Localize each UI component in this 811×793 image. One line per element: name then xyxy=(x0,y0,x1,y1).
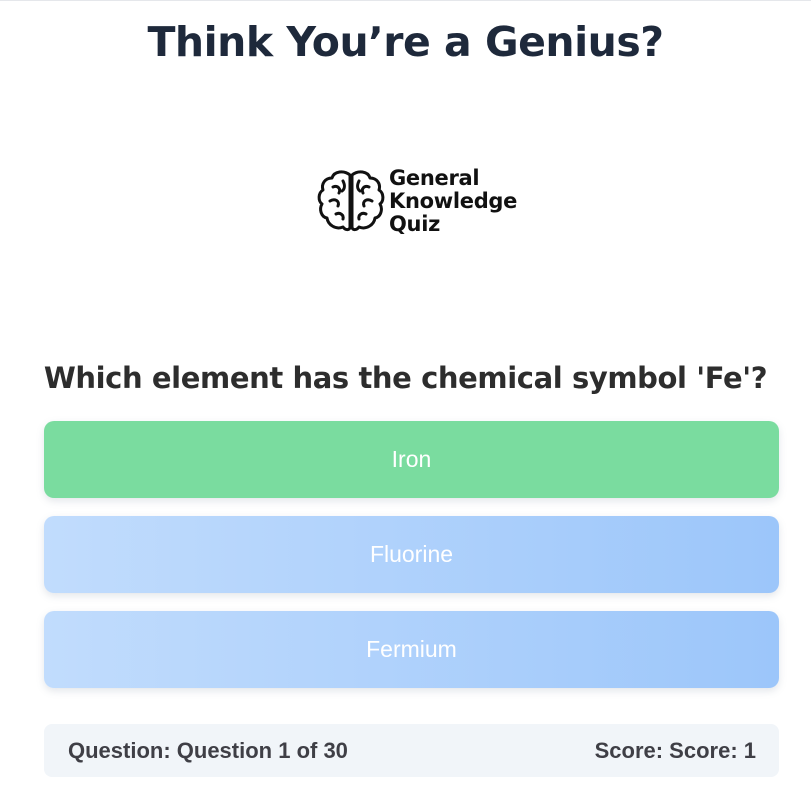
top-divider xyxy=(0,0,811,1)
page-title: Think You’re a Genius? xyxy=(147,18,664,66)
logo-line-2: Knowledge xyxy=(389,189,518,213)
question-text: Which element has the chemical symbol 'F… xyxy=(43,361,768,395)
answer-button-iron[interactable]: Iron xyxy=(44,421,779,498)
question-progress: Question: Question 1 of 30 xyxy=(68,737,348,763)
quiz-logo: General Knowledge Quiz xyxy=(316,164,517,240)
status-bar: Question: Question 1 of 30 Score: Score:… xyxy=(44,724,779,777)
score-display: Score: Score: 1 xyxy=(594,737,756,763)
answer-list: Iron Fluorine Fermium xyxy=(44,421,779,706)
brain-icon xyxy=(317,170,385,232)
logo-wordmark: General Knowledge Quiz xyxy=(389,167,517,236)
logo-line-3: Quiz xyxy=(389,212,441,236)
answer-button-fluorine[interactable]: Fluorine xyxy=(44,516,779,593)
answer-button-fermium[interactable]: Fermium xyxy=(44,611,779,688)
logo-line-1: General xyxy=(389,166,480,190)
